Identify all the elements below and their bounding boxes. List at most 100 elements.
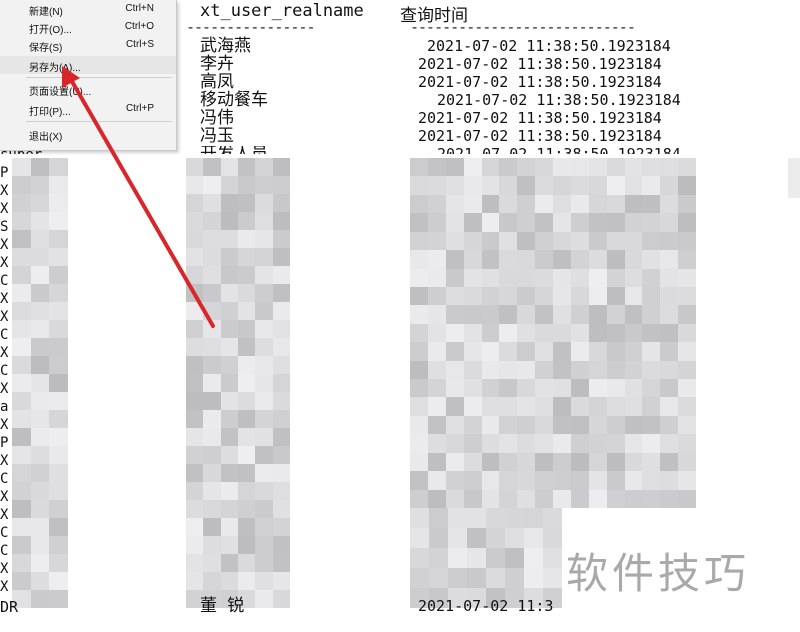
- mosaic-cell: [499, 158, 518, 177]
- mosaic-cell: [12, 446, 31, 464]
- mosaic-cell: [272, 374, 290, 392]
- row-lead-letter: X: [0, 417, 9, 433]
- mosaic-cell: [660, 176, 679, 195]
- menu-item-print[interactable]: 打印(P)... Ctrl+P: [0, 100, 176, 118]
- mosaic-cell: [448, 548, 467, 568]
- mosaic-cell: [238, 536, 256, 554]
- mosaic-cell: [445, 305, 464, 324]
- mosaic-cell: [49, 500, 68, 518]
- mosaic-cell: [642, 323, 661, 343]
- mosaic-cell: [606, 158, 625, 177]
- mosaic-cell: [272, 446, 290, 464]
- mosaic-cell: [499, 231, 518, 251]
- mosaic-cell: [272, 518, 290, 536]
- mosaic-cell: [463, 231, 482, 251]
- mosaic-cell: [272, 536, 290, 554]
- watermark-text: 软件技巧: [566, 549, 751, 598]
- mosaic-cell: [445, 397, 464, 416]
- mosaic-cell: [410, 158, 428, 177]
- menu-item-save[interactable]: 保存(S) Ctrl+S: [0, 36, 176, 54]
- mosaic-cell: [445, 213, 464, 232]
- mosaic-cell: [49, 518, 68, 536]
- mosaic-cell: [660, 323, 679, 343]
- mosaic-cell: [30, 176, 50, 194]
- mosaic-cell: [535, 415, 553, 435]
- mosaic-cell: [660, 231, 679, 251]
- mosaic-cell: [220, 230, 238, 248]
- mosaic-cell: [255, 590, 273, 608]
- mosaic-cell: [678, 489, 696, 508]
- mosaic-cell: [186, 536, 204, 554]
- row-lead-letter: X: [0, 561, 9, 577]
- mosaic-cell: [186, 464, 204, 482]
- mosaic-cell: [203, 536, 221, 554]
- row-name-3: 高凤: [200, 72, 234, 92]
- mosaic-cell: [642, 158, 661, 177]
- mosaic-cell: [238, 158, 256, 176]
- mosaic-cell: [517, 158, 536, 177]
- mosaic-cell: [481, 434, 500, 453]
- mosaic-cell: [186, 392, 204, 410]
- menu-item-save-as[interactable]: 另存为(A)...: [0, 56, 176, 74]
- mosaic-cell: [570, 360, 589, 380]
- mosaic-cell: [505, 568, 524, 588]
- mosaic-cell: [186, 572, 204, 590]
- mosaic-cell: [517, 489, 536, 508]
- mosaic-cell: [517, 342, 536, 361]
- mosaic-cell: [410, 342, 428, 361]
- menu-item-open[interactable]: 打开(O)... Ctrl+O: [0, 18, 176, 36]
- mosaic-cell: [517, 250, 536, 269]
- mosaic-cell: [535, 342, 553, 361]
- mosaic-cell: [588, 434, 607, 453]
- mosaic-cell: [499, 323, 518, 343]
- row-name-4: 移动餐车: [200, 90, 268, 110]
- mosaic-cell: [427, 268, 446, 287]
- mosaic-cell: [238, 248, 256, 266]
- menu-item-page-setup[interactable]: 页面设置(U)...: [0, 80, 176, 98]
- mosaic-cell: [535, 489, 553, 508]
- mosaic-cell: [660, 250, 679, 269]
- mosaic-cell: [660, 397, 679, 416]
- row-lead-letter: P: [0, 165, 9, 181]
- mosaic-cell: [642, 379, 661, 398]
- mosaic-cell: [499, 360, 518, 380]
- mosaic-cell: [642, 176, 661, 195]
- mosaic-cell: [410, 231, 428, 251]
- mosaic-cell: [606, 452, 625, 472]
- mosaic-cell: [524, 528, 543, 548]
- mosaic-cell: [535, 452, 553, 472]
- mosaic-cell: [30, 446, 50, 464]
- mosaic-cell: [30, 158, 50, 176]
- mosaic-cell: [12, 158, 31, 176]
- mosaic-cell: [553, 194, 571, 214]
- mosaic-cell: [255, 284, 273, 302]
- mosaic-cell: [678, 342, 696, 361]
- mosaic-cell: [445, 342, 464, 361]
- mosaic-cell: [570, 471, 589, 490]
- menu-item-shortcut: Ctrl+P: [125, 103, 154, 114]
- mosaic-cell: [463, 194, 482, 214]
- row-lead-letter: C: [0, 273, 9, 289]
- mosaic-cell: [606, 471, 625, 490]
- menu-item-exit[interactable]: 退出(X): [0, 125, 176, 143]
- mosaic-cell: [481, 268, 500, 287]
- row-lead-letter: X: [0, 291, 9, 307]
- mosaic-cell: [429, 528, 448, 548]
- mosaic-cell: [448, 528, 467, 548]
- mosaic-cell: [30, 194, 50, 212]
- mosaic-cell: [12, 428, 31, 446]
- menu-item-label: 另存为(A)...: [29, 63, 81, 74]
- mosaic-cell: [606, 231, 625, 251]
- mosaic-cell: [203, 284, 221, 302]
- mosaic-cell: [517, 360, 536, 380]
- mosaic-cell: [427, 415, 446, 435]
- mosaic-cell: [606, 360, 625, 380]
- mosaic-cell: [410, 471, 428, 490]
- mosaic-cell: [624, 323, 643, 343]
- row-lead-letter: C: [0, 471, 9, 487]
- row-lead-letter: X: [0, 309, 9, 325]
- mosaic-cell: [517, 194, 536, 214]
- menu-item-new[interactable]: 新建(N) Ctrl+N: [0, 0, 176, 18]
- mosaic-cell: [203, 212, 221, 230]
- mosaic-cell: [49, 356, 68, 374]
